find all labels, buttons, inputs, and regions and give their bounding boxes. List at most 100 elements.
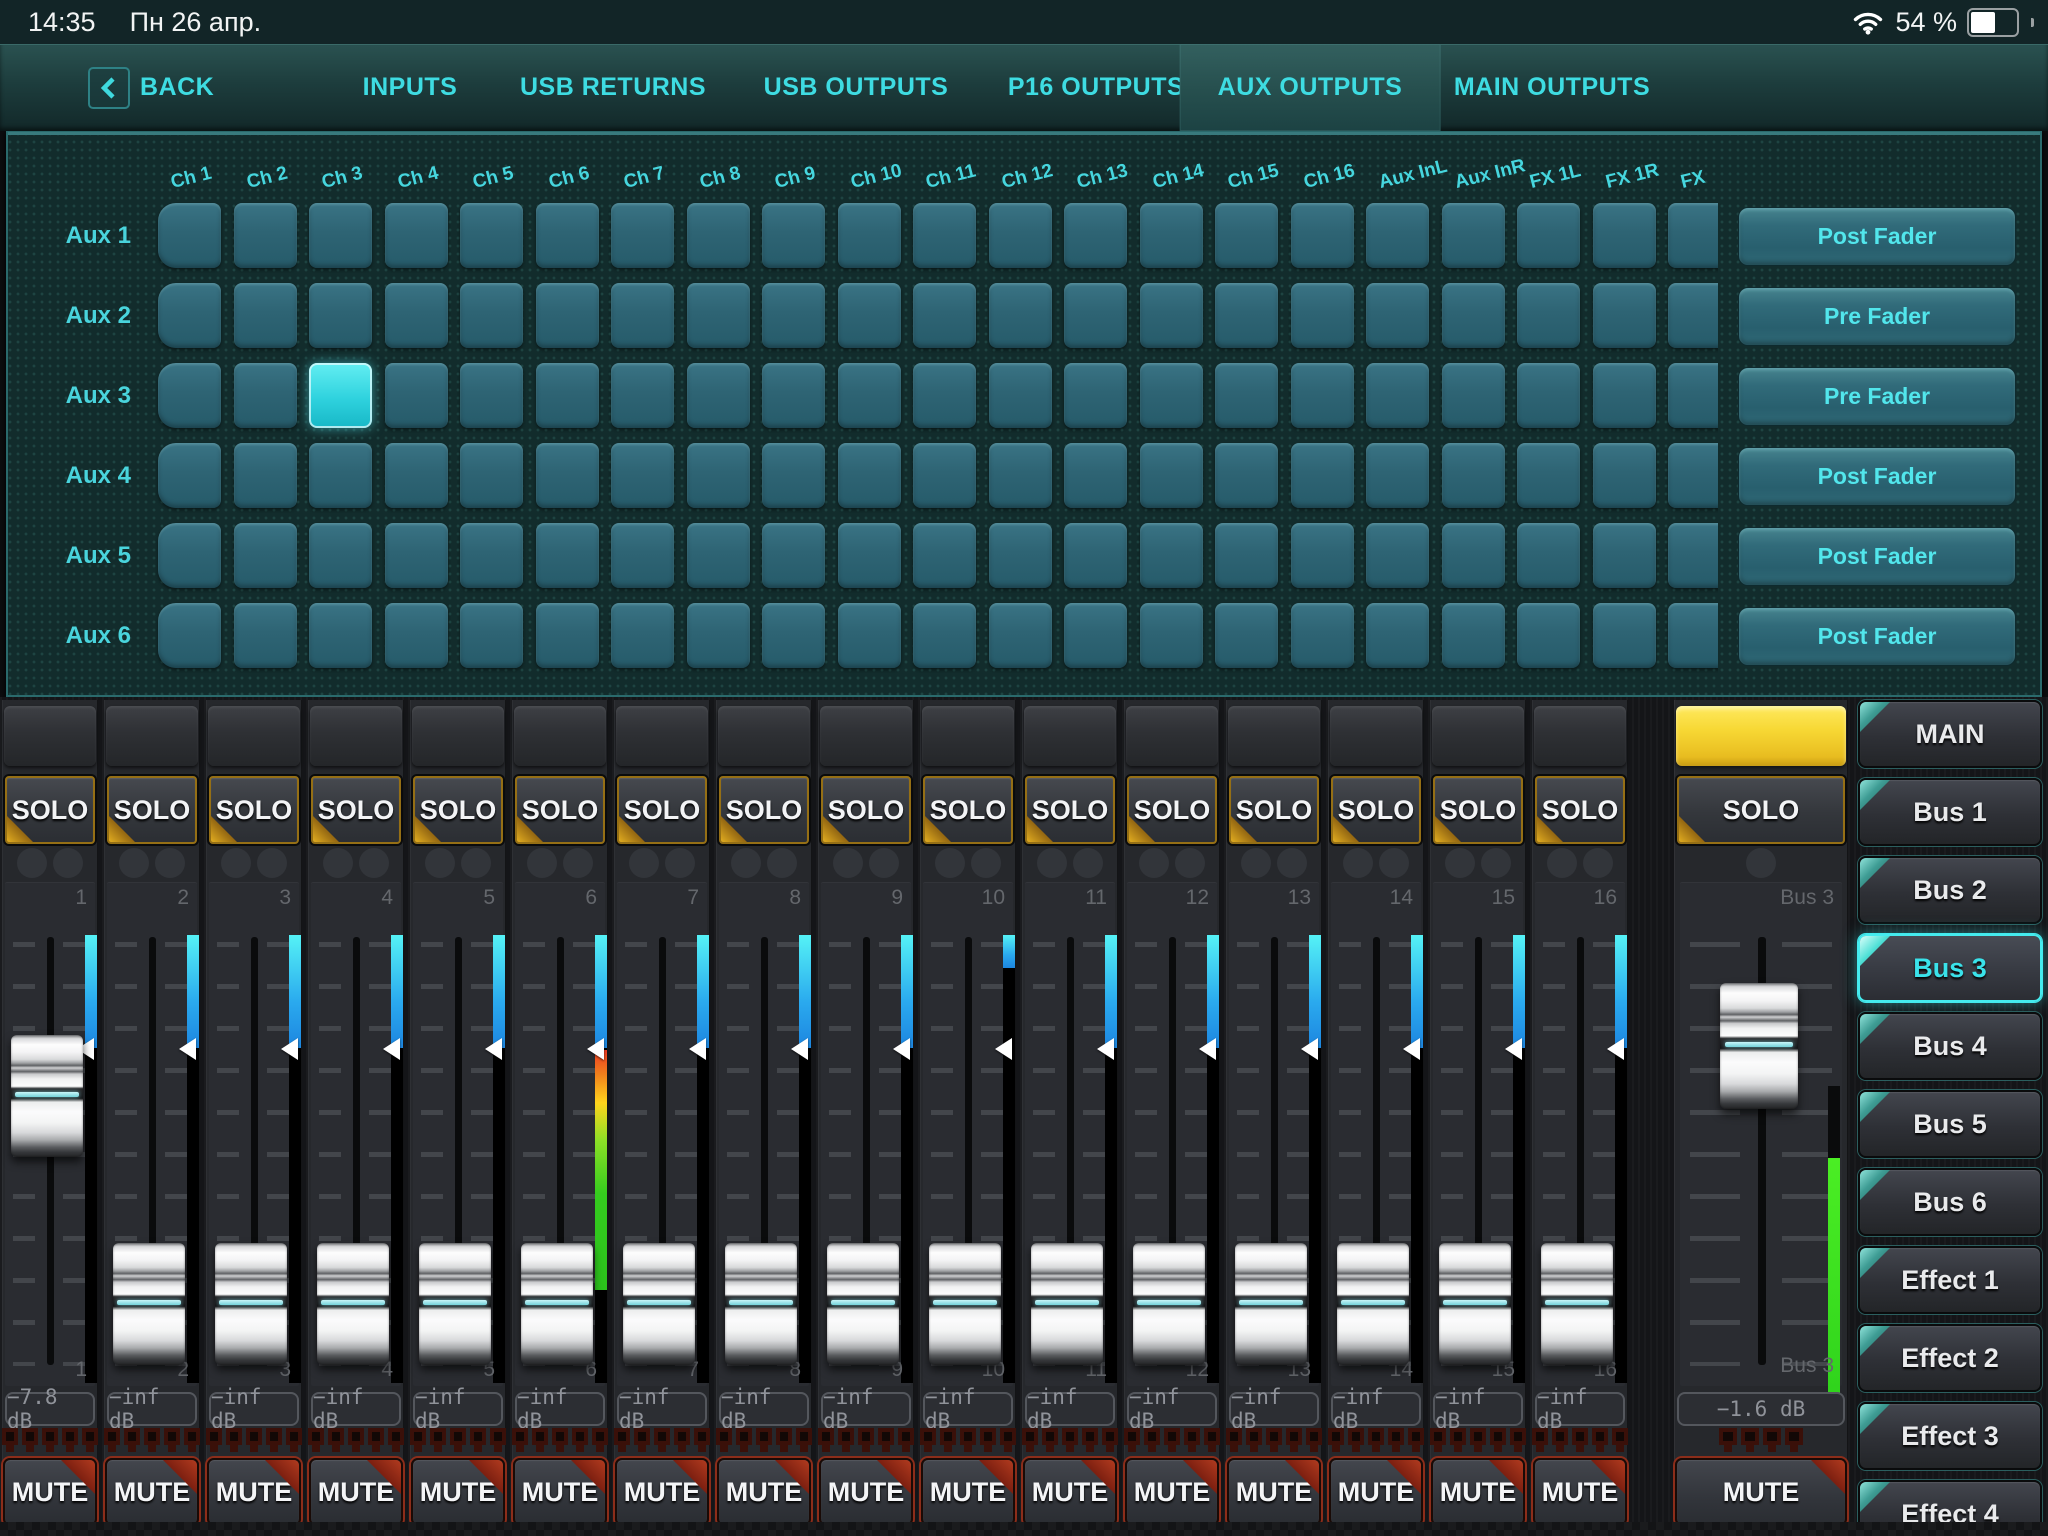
matrix-cell[interactable] — [460, 203, 523, 268]
matrix-cell[interactable] — [234, 283, 297, 348]
matrix-cell[interactable] — [687, 363, 750, 428]
matrix-cell[interactable] — [1593, 363, 1656, 428]
mute-button[interactable]: MUTE — [513, 1458, 607, 1526]
matrix-cell[interactable] — [234, 203, 297, 268]
matrix-cell[interactable] — [536, 443, 599, 508]
matrix-cell[interactable] — [385, 283, 448, 348]
matrix-cell[interactable] — [460, 443, 523, 508]
matrix-cell[interactable] — [309, 283, 372, 348]
mute-button[interactable]: MUTE — [1023, 1458, 1117, 1526]
fader-cap[interactable] — [1031, 1243, 1103, 1365]
matrix-cell[interactable] — [1442, 443, 1505, 508]
matrix-cell[interactable] — [385, 363, 448, 428]
mute-button[interactable]: MUTE — [1329, 1458, 1423, 1526]
matrix-cell-active[interactable] — [309, 363, 372, 428]
matrix-cell[interactable] — [1366, 283, 1429, 348]
matrix-cell[interactable] — [1668, 363, 1718, 428]
matrix-cell[interactable] — [1593, 443, 1656, 508]
solo-button[interactable]: SOLO — [515, 776, 605, 844]
matrix-cell[interactable] — [989, 203, 1052, 268]
matrix-cell[interactable] — [536, 363, 599, 428]
matrix-cell[interactable] — [687, 523, 750, 588]
matrix-cell[interactable] — [1593, 523, 1656, 588]
matrix-cell[interactable] — [1215, 283, 1278, 348]
matrix-cell[interactable] — [460, 603, 523, 668]
matrix-cell[interactable] — [1291, 443, 1354, 508]
matrix-cell[interactable] — [611, 603, 674, 668]
mute-button[interactable]: MUTE — [105, 1458, 199, 1526]
mute-button[interactable]: MUTE — [309, 1458, 403, 1526]
matrix-cell[interactable] — [1366, 203, 1429, 268]
matrix-cell[interactable] — [309, 443, 372, 508]
matrix-cell[interactable] — [687, 283, 750, 348]
matrix-cell[interactable] — [1064, 283, 1127, 348]
matrix-cell[interactable] — [611, 363, 674, 428]
matrix-cell[interactable] — [460, 523, 523, 588]
fader-cap[interactable] — [725, 1243, 797, 1365]
matrix-cell[interactable] — [1215, 363, 1278, 428]
bus-button-effect-1[interactable]: Effect 1 — [1858, 1246, 2042, 1314]
fader-cap[interactable] — [215, 1243, 287, 1365]
matrix-cell[interactable] — [536, 523, 599, 588]
matrix-cell[interactable] — [1064, 523, 1127, 588]
matrix-cell[interactable] — [385, 203, 448, 268]
mute-button[interactable]: MUTE — [1125, 1458, 1219, 1526]
matrix-cell[interactable] — [158, 523, 221, 588]
matrix-cell[interactable] — [1140, 363, 1203, 428]
matrix-cell[interactable] — [913, 363, 976, 428]
matrix-cell[interactable] — [536, 283, 599, 348]
bus-button-effect-3[interactable]: Effect 3 — [1858, 1402, 2042, 1470]
matrix-cell[interactable] — [611, 523, 674, 588]
fader-cap[interactable] — [1439, 1243, 1511, 1365]
matrix-cell[interactable] — [762, 203, 825, 268]
matrix-cell[interactable] — [762, 523, 825, 588]
fader-mode-button[interactable]: Post Fader — [1738, 447, 2016, 506]
bus-button-bus-5[interactable]: Bus 5 — [1858, 1090, 2042, 1158]
matrix-cell[interactable] — [158, 443, 221, 508]
mute-button[interactable]: MUTE — [411, 1458, 505, 1526]
matrix-cell[interactable] — [611, 443, 674, 508]
fader-cap[interactable] — [827, 1243, 899, 1365]
fader-cap[interactable] — [1235, 1243, 1307, 1365]
tab-main-outputs[interactable]: MAIN OUTPUTS — [1454, 44, 1650, 131]
matrix-cell[interactable] — [234, 523, 297, 588]
mute-button[interactable]: MUTE — [1533, 1458, 1627, 1526]
tab-p16-outputs[interactable]: P16 OUTPUTS — [1008, 44, 1184, 131]
mute-button[interactable]: MUTE — [615, 1458, 709, 1526]
matrix-cell[interactable] — [762, 283, 825, 348]
mute-button[interactable]: MUTE — [819, 1458, 913, 1526]
matrix-cell[interactable] — [1064, 603, 1127, 668]
solo-button[interactable]: SOLO — [1025, 776, 1115, 844]
matrix-cell[interactable] — [762, 443, 825, 508]
matrix-cell[interactable] — [838, 363, 901, 428]
matrix-cell[interactable] — [1442, 363, 1505, 428]
matrix-cell[interactable] — [1668, 523, 1718, 588]
matrix-cell[interactable] — [1140, 603, 1203, 668]
matrix-cell[interactable] — [611, 203, 674, 268]
matrix-cell[interactable] — [234, 443, 297, 508]
matrix-cell[interactable] — [838, 203, 901, 268]
matrix-cell[interactable] — [913, 203, 976, 268]
mute-button[interactable]: MUTE — [717, 1458, 811, 1526]
matrix-cell[interactable] — [234, 603, 297, 668]
fader-mode-button[interactable]: Pre Fader — [1738, 287, 2016, 346]
matrix-cell[interactable] — [460, 363, 523, 428]
matrix-cell[interactable] — [158, 603, 221, 668]
matrix-cell[interactable] — [1064, 363, 1127, 428]
bus-button-bus-3[interactable]: Bus 3 — [1858, 934, 2042, 1002]
bus-solo-button[interactable]: SOLO — [1677, 776, 1845, 844]
matrix-cell[interactable] — [687, 603, 750, 668]
matrix-cell[interactable] — [158, 203, 221, 268]
bus-button-bus-2[interactable]: Bus 2 — [1858, 856, 2042, 924]
fader-cap[interactable] — [11, 1035, 83, 1157]
solo-button[interactable]: SOLO — [923, 776, 1013, 844]
mute-button[interactable]: MUTE — [3, 1458, 97, 1526]
solo-button[interactable]: SOLO — [1331, 776, 1421, 844]
matrix-cell[interactable] — [1517, 603, 1580, 668]
matrix-cell[interactable] — [234, 363, 297, 428]
matrix-cell[interactable] — [1517, 443, 1580, 508]
matrix-cell[interactable] — [536, 603, 599, 668]
matrix-cell[interactable] — [611, 283, 674, 348]
matrix-cell[interactable] — [762, 603, 825, 668]
matrix-cell[interactable] — [1668, 203, 1718, 268]
